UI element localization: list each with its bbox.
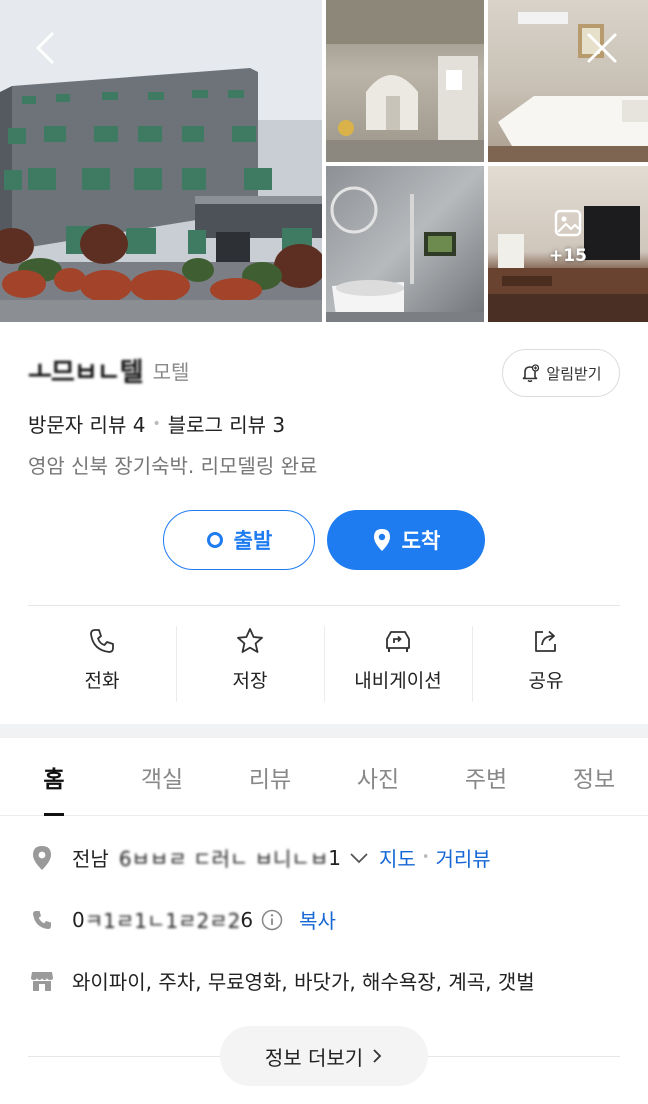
alert-subscribe-button[interactable]: 알림받기 (502, 349, 620, 397)
address-region: 전남 (72, 847, 109, 871)
quick-actions: 전화 저장 내비게이션 공유 (28, 616, 620, 708)
location-pin-icon (28, 845, 56, 871)
store-icon (28, 970, 56, 992)
place-name: ㅗ므ㅂㄴ텔 (28, 357, 144, 388)
save-action[interactable]: 저장 (176, 616, 324, 708)
tab-reviews[interactable]: 리뷰 (216, 738, 324, 815)
close-icon (587, 33, 617, 63)
bathroom-photo[interactable] (326, 166, 484, 322)
tab-nearby[interactable]: 주변 (432, 738, 540, 815)
tab-rooms[interactable]: 객실 (108, 738, 216, 815)
navigation-label: 내비게이션 (354, 670, 442, 692)
map-link[interactable]: 지도 (379, 843, 416, 872)
share-action[interactable]: 공유 (472, 616, 620, 708)
share-icon (535, 630, 556, 652)
phone-suffix: 6 (240, 907, 254, 932)
call-label: 전화 (84, 670, 120, 692)
separator-dot: • (152, 415, 161, 432)
more-info-button[interactable]: 정보 더보기 (220, 1026, 428, 1086)
navigation-action[interactable]: 내비게이션 (324, 616, 472, 708)
place-category: 모텔 (152, 359, 190, 384)
phone-icon (28, 909, 56, 931)
tab-bar: 홈 객실 리뷰 사진 주변 정보 (0, 738, 648, 816)
back-arrow-icon (36, 32, 54, 64)
section-divider (0, 724, 648, 738)
phone-row: 0 ㅋ1ㄹ1ㄴ1ㄹ2ㄹ2 6 복사 (28, 905, 336, 934)
arrive-button[interactable]: 도착 (327, 510, 485, 570)
tab-info[interactable]: 정보 (540, 738, 648, 815)
more-photos-count: +15 (549, 246, 587, 266)
arrive-label: 도착 (401, 529, 441, 553)
address-number: 1 (328, 845, 341, 870)
amenities-row: 와이파이, 주차, 무료영화, 바닷가, 해수욕장, 계곡, 갯벌 (28, 966, 535, 995)
divider (28, 605, 620, 606)
more-info-label: 정보 더보기 (264, 1045, 364, 1070)
destination-pin-icon (373, 529, 390, 551)
separator-dot: • (421, 850, 430, 865)
phone-number: ㅋ1ㄹ1ㄴ1ㄹ2ㄹ2 (84, 909, 241, 933)
tab-photos[interactable]: 사진 (324, 738, 432, 815)
call-action[interactable]: 전화 (28, 616, 176, 708)
star-icon (237, 628, 263, 653)
photo-gallery: +15 (0, 0, 648, 322)
amenities-list: 와이파이, 주차, 무료영화, 바닷가, 해수욕장, 계곡, 갯벌 (72, 970, 535, 994)
copy-phone-button[interactable]: 복사 (299, 905, 336, 934)
chevron-right-icon (373, 1049, 382, 1063)
back-button[interactable] (22, 24, 70, 72)
image-icon (554, 209, 582, 237)
phone-prefix: 0 (72, 907, 85, 932)
alert-subscribe-label: 알림받기 (546, 364, 602, 383)
address-row: 전남 6ㅂㅂㄹ ㄷ러ㄴ ㅂ니ㄴㅂ 1 지도 • 거리뷰 (28, 843, 491, 872)
address-detail: 6ㅂㅂㄹ ㄷ러ㄴ ㅂ니ㄴㅂ (118, 847, 329, 871)
expand-address-icon[interactable] (349, 851, 369, 865)
more-photos-button[interactable]: +15 (536, 208, 600, 266)
save-label: 저장 (232, 670, 268, 692)
phone-icon (90, 629, 114, 653)
review-summary: 방문자 리뷰 4 • 블로그 리뷰 3 (28, 409, 285, 438)
depart-label: 출발 (233, 529, 273, 553)
place-title: ㅗ므ㅂㄴ텔 모텔 (28, 355, 190, 388)
depart-button[interactable]: 출발 (163, 510, 315, 570)
visitor-reviews-link[interactable]: 방문자 리뷰 4 (28, 409, 145, 438)
bell-plus-icon (523, 364, 540, 383)
blog-reviews-link[interactable]: 블로그 리뷰 3 (168, 409, 285, 438)
place-description: 영암 신북 장기숙박. 리모델링 완료 (28, 454, 318, 478)
info-icon[interactable] (261, 909, 283, 931)
street-view-link[interactable]: 거리뷰 (435, 843, 490, 872)
share-label: 공유 (528, 670, 564, 692)
close-button[interactable] (578, 24, 626, 72)
origin-dot-icon (206, 532, 223, 548)
tab-home[interactable]: 홈 (0, 738, 108, 816)
hallway-photo[interactable] (326, 0, 484, 162)
navigation-icon (386, 631, 410, 652)
